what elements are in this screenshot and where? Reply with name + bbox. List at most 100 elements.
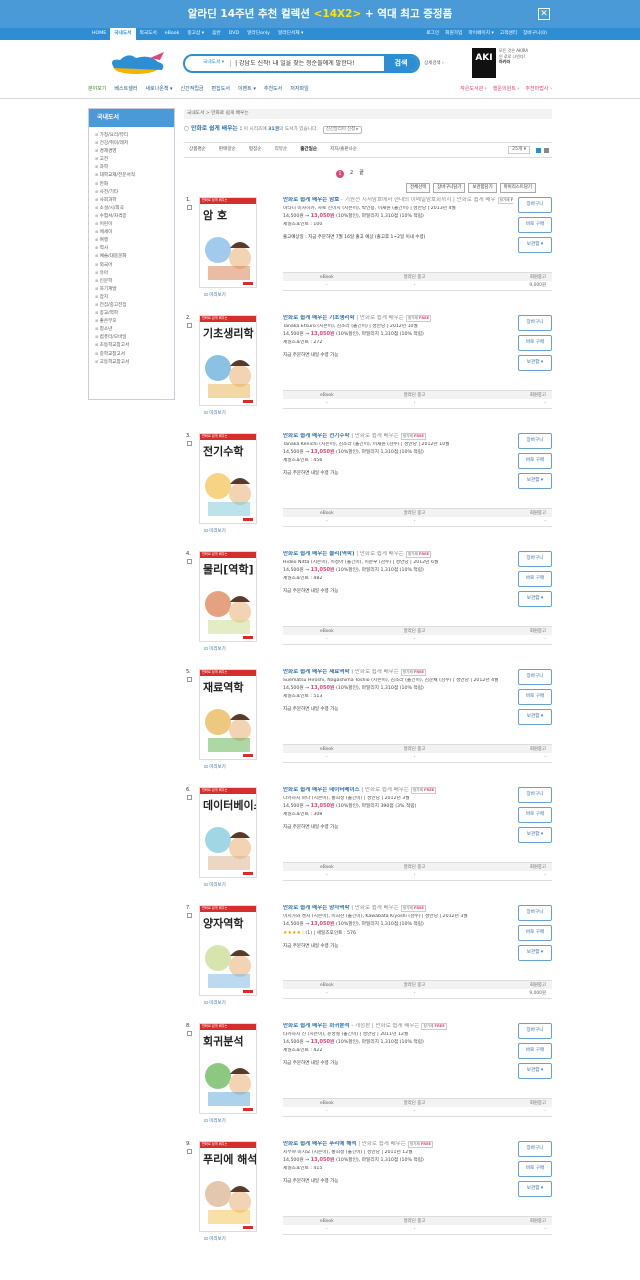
preview-link[interactable]: ⊡ 미리보기 [204,529,226,535]
sidebar-item[interactable]: 컴퓨터/모바일 [95,334,174,342]
member-used-cell[interactable]: - [458,399,552,408]
book-cover[interactable]: 만화로 쉽게 배우는 회귀분석 [199,1023,257,1114]
category-nav-item[interactable]: 저자파일 [290,86,308,96]
book-cover[interactable]: 만화로 쉽게 배우는데이터베이스 [199,787,257,878]
category-nav-item[interactable]: 이벤트 ▾ [238,86,256,96]
preview-link[interactable]: ⊡ 미리보기 [204,293,226,299]
search-button[interactable]: 검색 [384,56,418,71]
cart-button[interactable]: 장바구니 [518,669,552,685]
sort-option[interactable]: 평점순 [249,147,262,153]
preview-link[interactable]: ⊡ 미리보기 [204,1001,226,1007]
buy-now-button[interactable]: 바로 구매 [518,1043,552,1059]
sidebar-item[interactable]: 만화 [95,181,174,189]
cart-button[interactable]: 장바구니 [518,905,552,921]
buy-now-button[interactable]: 바로 구매 [518,571,552,587]
wishlist-button[interactable]: 보관함 ▾ [518,473,552,489]
sidebar-item[interactable]: 외국어 [95,262,174,270]
member-used-cell[interactable]: - [458,1107,552,1116]
topnav-right-item[interactable]: 고객센터 [497,31,520,37]
wishlist-button[interactable]: 보관함 ▾ [518,827,552,843]
item-checkbox[interactable] [187,795,192,800]
topnav-item[interactable]: 음반 [208,28,225,40]
sidebar-item[interactable]: 수험서/자격증 [95,213,174,221]
search-box[interactable]: 국내도서 ▾ | 강남도 신작! 내 일을 찾는 청순들에게 말한다! 검색 [183,54,420,73]
item-checkbox[interactable] [187,559,192,564]
preview-link[interactable]: ⊡ 미리보기 [204,411,226,417]
topnav-item[interactable]: 국내도서 [110,28,136,40]
sidebar-item[interactable]: 에세이 [95,229,174,237]
category-nav-right-item[interactable]: 추천마법사 › [525,86,552,96]
item-title[interactable]: 만화로 쉽게 배우는 물리(역학) [283,551,355,557]
tool-button[interactable]: 보관함담기 [468,183,497,193]
buy-now-button[interactable]: 바로 구매 [518,217,552,233]
wishlist-button[interactable]: 보관함 ▾ [518,945,552,961]
tool-button[interactable]: 전체선택 [406,183,431,193]
book-cover[interactable]: 만화로 쉽게 배우는 기초생리학 [199,315,257,406]
sidebar-item[interactable]: 자기계발 [95,286,174,294]
cart-button[interactable]: 장바구니 [518,787,552,803]
member-used-cell[interactable]: - [458,1225,552,1234]
item-checkbox[interactable] [187,205,192,210]
tool-button[interactable]: 마이리스트담기 [499,183,536,193]
preview-link[interactable]: ⊡ 미리보기 [204,765,226,771]
cart-button[interactable]: 장바구니 [518,1141,552,1157]
item-checkbox[interactable] [187,1149,192,1154]
buy-now-button[interactable]: 바로 구매 [518,1161,552,1177]
buy-now-button[interactable]: 바로 구매 [518,453,552,469]
buy-now-button[interactable]: 바로 구매 [518,925,552,941]
page-link[interactable]: 2 [350,170,353,178]
topnav-item[interactable]: 중고샵 ▾ [183,28,208,40]
book-cover[interactable]: 만화로 쉽게 배우는 푸리에 해석 [199,1141,257,1232]
preview-link[interactable]: ⊡ 미리보기 [204,1237,226,1243]
category-nav-right-item[interactable]: 작은도서관 › [460,86,487,96]
sidebar-item[interactable]: 어린이 [95,221,174,229]
topnav-item[interactable]: 알라딘only [243,28,274,40]
sidebar-item[interactable]: 여행 [95,237,174,245]
category-nav-right-item[interactable]: 행운의원트 › [493,86,520,96]
preview-link[interactable]: ⊡ 미리보기 [204,883,226,889]
sidebar-item[interactable]: 과학 [95,164,174,172]
sort-option[interactable]: 출간일순 [300,147,317,153]
book-cover[interactable]: 만화로 쉽게 배우는 물리[역학] [199,551,257,642]
item-title[interactable]: 만화로 쉽게 배우는 푸리에 해석 [283,1141,356,1147]
cart-button[interactable]: 장바구니 [518,433,552,449]
sidebar-item[interactable]: 사전/기타 [95,189,174,197]
topnav-item[interactable]: DVD [225,28,243,40]
category-nav-item[interactable]: 편집도서 [212,86,230,96]
item-checkbox[interactable] [187,323,192,328]
cart-button[interactable]: 장바구니 [518,315,552,331]
wishlist-button[interactable]: 보관함 ▾ [518,1181,552,1197]
cart-button[interactable]: 장바구니 [518,551,552,567]
sidebar-item[interactable]: 중학교참고서 [95,351,174,359]
book-cover[interactable]: 만화로 쉽게 배우는 재료역학 [199,669,257,760]
new-alert-button[interactable]: 신간알리미 신청 ▸ [323,126,362,134]
aladin-logo[interactable] [106,48,168,78]
category-nav-item[interactable]: 새로나온책 ▾ [145,86,172,96]
sidebar-item[interactable]: 사회과학 [95,197,174,205]
member-used-cell[interactable]: 9,000원 [458,989,552,998]
banner-close-icon[interactable]: ✕ [538,8,550,20]
sidebar-item[interactable]: 대학교재/전문서적 [95,172,174,180]
buy-now-button[interactable]: 바로 구매 [518,807,552,823]
item-checkbox[interactable] [187,913,192,918]
topnav-item[interactable]: HOME [88,28,110,40]
item-title[interactable]: 만화로 쉽게 배우는 양자역학 [283,905,349,911]
book-cover[interactable]: 만화로 쉽게 배우는 암 호 [199,197,257,288]
sort-option[interactable]: 리뷰순 [275,147,288,153]
wishlist-button[interactable]: 보관함 ▾ [518,591,552,607]
category-nav-item[interactable]: 베스트셀러 [114,86,137,96]
item-title[interactable]: 만화로 쉽게 배우는 데이터베이스 [283,787,360,793]
sidebar-item[interactable]: 잡지 [95,294,174,302]
sidebar-item[interactable]: 유아 [95,270,174,278]
detail-search-link[interactable]: 상세검색 › [424,61,444,67]
sidebar-item[interactable]: 고등학교참고서 [95,359,174,367]
buy-now-button[interactable]: 바로 구매 [518,335,552,351]
tool-button[interactable]: 장바구니담기 [433,183,466,193]
item-title[interactable]: 만화로 쉽게 배우는 회귀분석 [283,1023,349,1029]
search-category-select[interactable]: 국내도서 ▾ [185,60,230,66]
sidebar-item[interactable]: 경제경영 [95,148,174,156]
sidebar-item[interactable]: 좋은부모 [95,318,174,326]
sidebar-item[interactable]: 종교/역학 [95,310,174,318]
page-link[interactable]: 1 [336,170,344,178]
topnav-right-item[interactable]: 장바구니(0) [520,31,550,37]
